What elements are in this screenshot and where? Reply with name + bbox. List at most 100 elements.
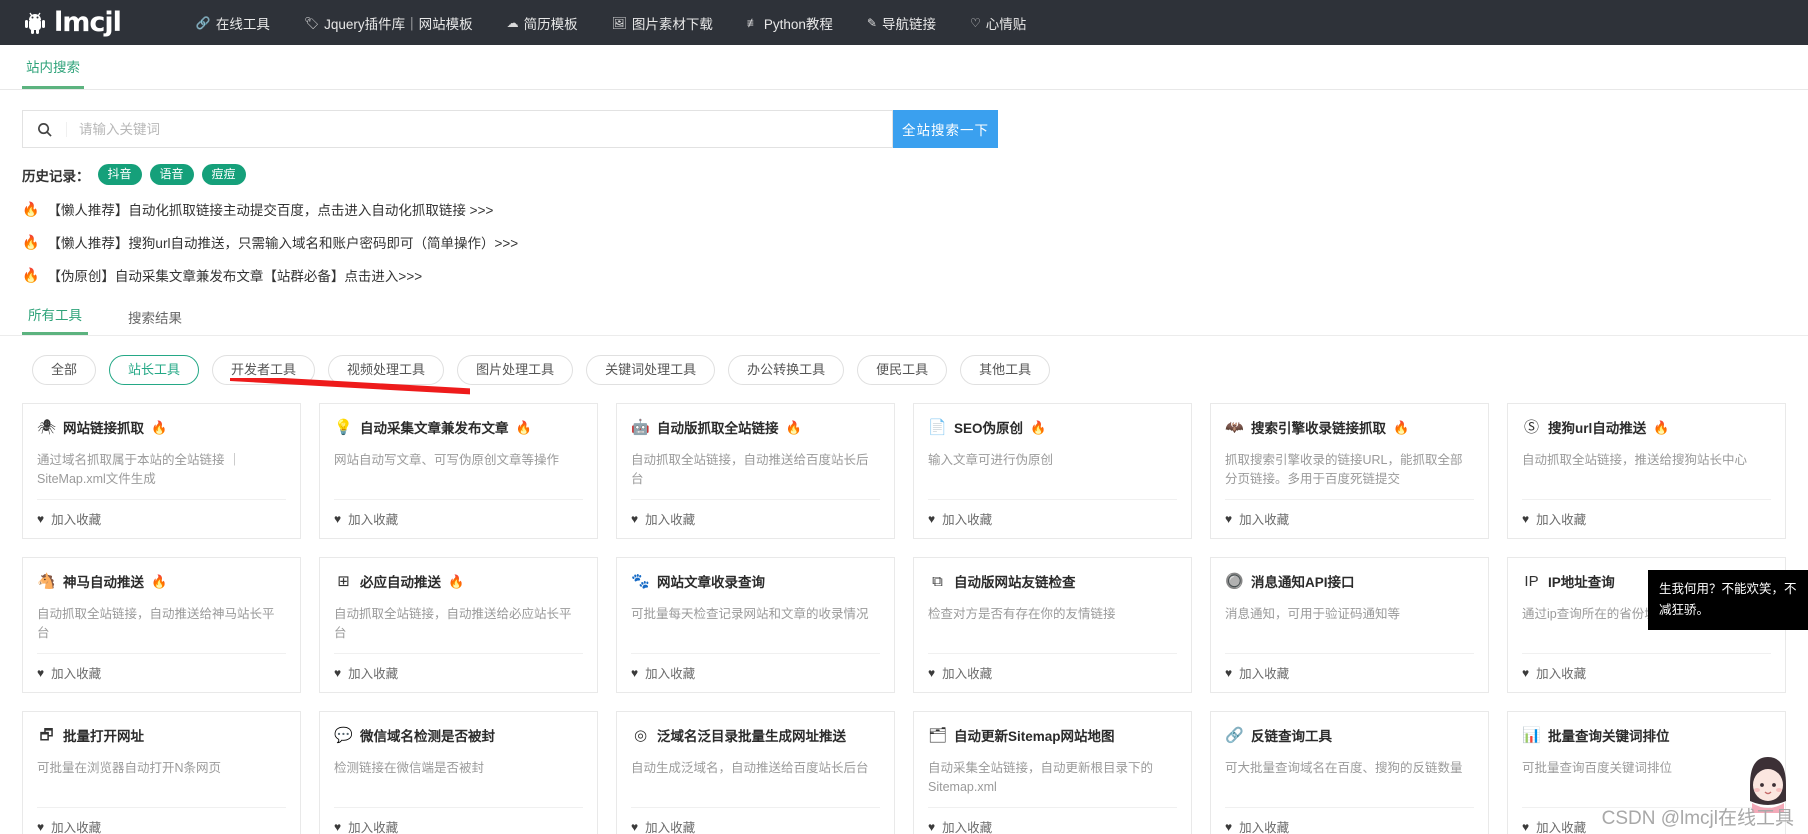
copy-icon: ⧉ (932, 572, 943, 590)
add-to-favorites-button[interactable]: ♥ 加入收藏 (631, 499, 880, 538)
add-to-favorites-button[interactable]: ♥ 加入收藏 (928, 653, 1177, 692)
add-to-favorites-label: 加入收藏 (1536, 821, 1587, 834)
tool-card-header: ◎ 泛域名泛目录批量生成网址推送 (631, 725, 880, 745)
add-to-favorites-label: 加入收藏 (645, 513, 696, 527)
filter-pill-6[interactable]: 办公转换工具 (728, 355, 845, 385)
promo-link-text: 【懒人推荐】自动化抓取链接主动提交百度，点击进入自动化抓取链接 >>> (47, 203, 494, 218)
add-to-favorites-label: 加入收藏 (942, 513, 993, 527)
add-to-favorites-button[interactable]: ♥ 加入收藏 (334, 653, 583, 692)
tool-card[interactable]: 🤖 自动版抓取全站链接 🔥 自动抓取全站链接，自动推送给百度站长后台 ♥ 加入收藏 (616, 403, 895, 539)
add-to-favorites-button[interactable]: ♥ 加入收藏 (334, 807, 583, 834)
search-submit-button[interactable]: 全站搜索一下 (893, 110, 998, 148)
add-to-favorites-button[interactable]: ♥ 加入收藏 (37, 653, 286, 692)
add-to-favorites-button[interactable]: ♥ 加入收藏 (928, 807, 1177, 834)
tool-card-header: 💡 自动采集文章兼发布文章 🔥 (334, 417, 583, 437)
add-to-favorites-label: 加入收藏 (1536, 667, 1587, 681)
paperclip-icon: ✎ (866, 15, 877, 30)
watermark: CSDN @lmcjl在线工具 (1601, 808, 1794, 829)
tool-card[interactable]: 💡 自动采集文章兼发布文章 🔥 网站自动写文章、可写伪原创文章等操作 ♥ 加入收藏 (319, 403, 598, 539)
flame-icon: 🔥 (22, 201, 40, 217)
add-to-favorites-button[interactable]: ♥ 加入收藏 (37, 499, 286, 538)
tool-card[interactable]: 💬 微信域名检测是否被封 检测链接在微信端是否被封 ♥ 加入收藏 (319, 711, 598, 834)
filter-pill-8[interactable]: 其他工具 (960, 355, 1051, 385)
site-logo[interactable]: lmcjl (22, 9, 122, 36)
history-tag-2[interactable]: 痘痘 (201, 164, 246, 185)
add-to-favorites-label: 加入收藏 (942, 667, 993, 681)
nav-item-4[interactable]: ≢ Python教程 (730, 13, 850, 33)
tool-card[interactable]: Ⓢ 搜狗url自动推送 🔥 自动抓取全站链接，推送给搜狗站长中心 ♥ 加入收藏 (1507, 403, 1786, 539)
filter-pill-1[interactable]: 站长工具 (109, 355, 200, 385)
history-tag-0[interactable]: 抖音 (97, 164, 142, 185)
add-to-favorites-button[interactable]: ♥ 加入收藏 (37, 807, 286, 834)
tab-search-results[interactable]: 搜索结果 (122, 307, 188, 335)
add-to-favorites-label: 加入收藏 (1536, 513, 1587, 527)
add-to-favorites-button[interactable]: ♥ 加入收藏 (1225, 499, 1474, 538)
hot-flame-icon: 🔥 (785, 419, 802, 435)
heart-icon: ♥ (1522, 511, 1530, 526)
add-to-favorites-button[interactable]: ♥ 加入收藏 (1522, 653, 1771, 692)
tool-card-description: 通过域名抓取属于本站的全站链接 ｜ SiteMap.xml文件生成 (37, 453, 241, 486)
heart-icon: ♥ (1225, 511, 1233, 526)
tab-site-search[interactable]: 站内搜索 (22, 56, 84, 89)
tool-card[interactable]: ◎ 泛域名泛目录批量生成网址推送 自动生成泛域名，自动推送给百度站长后台 ♥ 加入收藏 (616, 711, 895, 834)
tool-card[interactable]: 🕷 网站链接抓取 🔥 通过域名抓取属于本站的全站链接 ｜ SiteMap.xml文件生… (22, 403, 301, 539)
tool-card[interactable]: 🦇 搜索引擎收录链接抓取 🔥 抓取搜索引擎收录的链接URL，能抓取全部分页链接。多用于… (1210, 403, 1489, 539)
nav-item-1[interactable]: 🏷 Jquery插件库｜网站模板 (287, 13, 490, 33)
chat-tooltip-bubble: 生我何用？不能欢笑，不减狂骄。 (1648, 570, 1808, 630)
nav-item-label: Python教程 (763, 16, 833, 32)
promo-link-2[interactable]: 🔥 【伪原创】自动采集文章兼发布文章【站群必备】点击进入>>> (22, 265, 1786, 285)
add-to-favorites-button[interactable]: ♥ 加入收藏 (631, 653, 880, 692)
tool-card-title: 自动版抓取全站链接 (657, 421, 779, 436)
promo-link-1[interactable]: 🔥 【懒人推荐】搜狗url自动推送，只需输入域名和账户密码即可（简单操作）>>> (22, 232, 1786, 252)
add-to-favorites-button[interactable]: ♥ 加入收藏 (1225, 653, 1474, 692)
top-navigation-bar: lmcjl 🔗 在线工具 🏷 Jquery插件库｜网站模板 ☁ 简历模板 🖼 图… (0, 0, 1808, 45)
add-to-favorites-button[interactable]: ♥ 加入收藏 (334, 499, 583, 538)
filter-pill-4[interactable]: 图片处理工具 (457, 355, 574, 385)
tool-card[interactable]: 🔘 消息通知API接口 消息通知，可用于验证码通知等 ♥ 加入收藏 (1210, 557, 1489, 693)
history-tag-1[interactable]: 语音 (149, 164, 194, 185)
horse-icon: 🐴 (37, 572, 56, 590)
flame-icon: 🔥 (22, 234, 40, 250)
tool-card[interactable]: 🗂 自动更新Sitemap网站地图 自动采集全站链接，自动更新根目录下的 Sitem… (913, 711, 1192, 834)
tool-card-grid-row-2: 🐴 神马自动推送 🔥 自动抓取全站链接，自动推送给神马站长平台 ♥ 加入收藏 ⊞ 必应自动推送… (0, 539, 1808, 693)
search-input[interactable] (67, 111, 892, 147)
window-open-icon: 🗗 (39, 726, 54, 744)
heart-icon: ♥ (631, 665, 639, 680)
nav-item-label: 在线工具 (215, 16, 270, 32)
search-box (22, 110, 893, 148)
tool-card[interactable]: 🐴 神马自动推送 🔥 自动抓取全站链接，自动推送给神马站长平台 ♥ 加入收藏 (22, 557, 301, 693)
image-icon: 🖼 (611, 15, 627, 30)
tool-card-description: 自动抓取全站链接，自动推送给必应站长平台 (334, 607, 572, 640)
tool-card[interactable]: 🗗 批量打开网址 可批量在浏览器自动打开N条网页 ♥ 加入收藏 (22, 711, 301, 834)
tool-card[interactable]: ⧉ 自动版网站友链检查 检查对方是否有存在你的友情链接 ♥ 加入收藏 (913, 557, 1192, 693)
filter-pill-3[interactable]: 视频处理工具 (328, 355, 445, 385)
tool-card[interactable]: ⊞ 必应自动推送 🔥 自动抓取全站链接，自动推送给必应站长平台 ♥ 加入收藏 (319, 557, 598, 693)
add-to-favorites-button[interactable]: ♥ 加入收藏 (1225, 807, 1474, 834)
filter-pill-2[interactable]: 开发者工具 (212, 355, 316, 385)
nav-item-0[interactable]: 🔗 在线工具 (179, 13, 287, 33)
tool-card-title: 泛域名泛目录批量生成网址推送 (657, 729, 846, 744)
tool-card-title: 神马自动推送 (63, 575, 144, 590)
tool-card[interactable]: 🔗 反链查询工具 可大批量查询域名在百度、搜狗的反链数量 ♥ 加入收藏 (1210, 711, 1489, 834)
nav-item-3[interactable]: 🖼 图片素材下载 (595, 13, 730, 33)
tool-card[interactable]: 📄 SEO伪原创 🔥 输入文章可进行伪原创 ♥ 加入收藏 (913, 403, 1192, 539)
tab-all-tools[interactable]: 所有工具 (22, 304, 88, 335)
tool-card-title: 消息通知API接口 (1251, 575, 1355, 590)
tool-card-header: 📄 SEO伪原创 🔥 (928, 417, 1177, 437)
heart-icon: ♥ (1225, 819, 1233, 834)
filter-pill-0[interactable]: 全部 (32, 355, 97, 385)
nav-item-2[interactable]: ☁ 简历模板 (490, 13, 595, 33)
add-to-favorites-button[interactable]: ♥ 加入收藏 (1522, 499, 1771, 538)
add-to-favorites-button[interactable]: ♥ 加入收藏 (631, 807, 880, 834)
filter-pill-7[interactable]: 便民工具 (857, 355, 948, 385)
hot-flame-icon: 🔥 (1393, 419, 1410, 435)
filter-pill-5[interactable]: 关键词处理工具 (586, 355, 716, 385)
add-to-favorites-label: 加入收藏 (348, 667, 399, 681)
add-to-favorites-button[interactable]: ♥ 加入收藏 (928, 499, 1177, 538)
tool-card[interactable]: 🐾 网站文章收录查询 可批量每天检查记录网站和文章的收录情况 ♥ 加入收藏 (616, 557, 895, 693)
nav-item-6[interactable]: ♡ 心情贴 (953, 13, 1043, 33)
hot-flame-icon: 🔥 (151, 573, 168, 589)
add-to-favorites-label: 加入收藏 (1239, 513, 1290, 527)
promo-link-0[interactable]: 🔥 【懒人推荐】自动化抓取链接主动提交百度，点击进入自动化抓取链接 >>> (22, 199, 1786, 219)
nav-item-5[interactable]: ✎ 导航链接 (850, 13, 953, 33)
